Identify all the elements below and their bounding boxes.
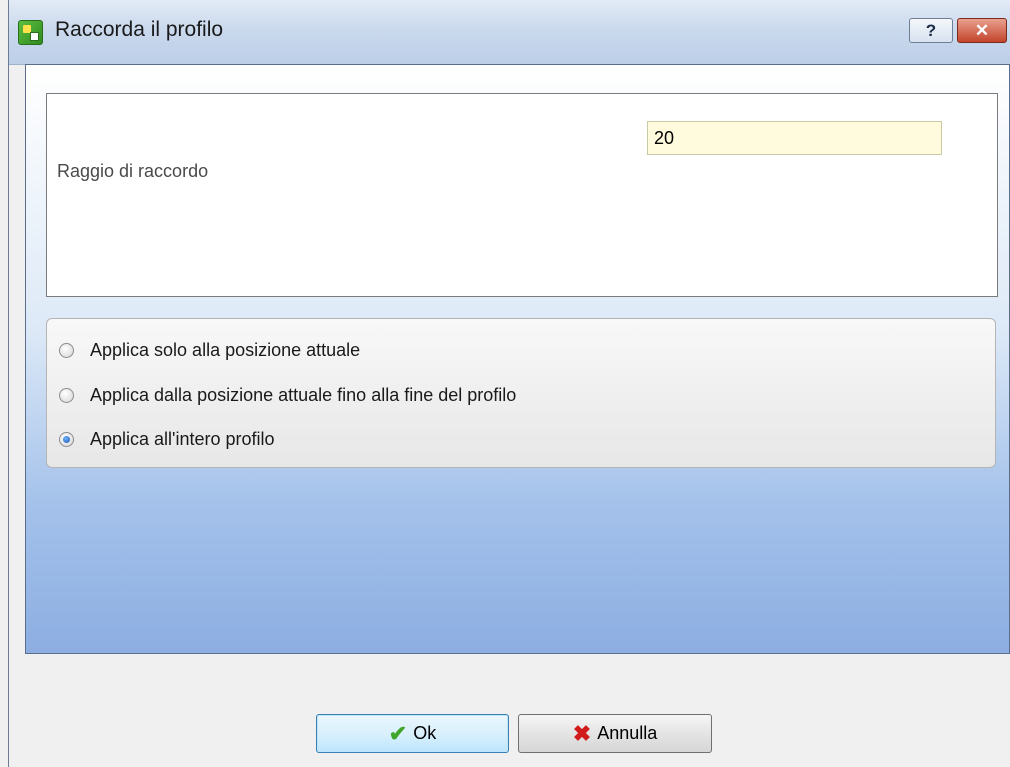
option-label: Applica all'intero profilo xyxy=(90,429,275,449)
radio-button-selected[interactable] xyxy=(59,432,74,447)
parameters-box: Raggio di raccordo xyxy=(46,93,998,297)
cancel-button[interactable]: ✖ Annulla xyxy=(518,714,712,753)
checkmark-icon: ✔ xyxy=(388,720,408,746)
radius-input[interactable] xyxy=(647,121,942,155)
help-icon: ? xyxy=(925,20,937,40)
option-current-position[interactable]: Applica solo alla posizione attuale xyxy=(59,340,360,361)
title-bar[interactable]: Raccorda il profilo ? ✕ xyxy=(9,0,1010,65)
close-icon: ✕ xyxy=(974,20,990,40)
cancel-label: Annulla xyxy=(597,723,658,743)
radius-label: Raggio di raccordo xyxy=(57,161,209,181)
app-icon xyxy=(18,20,43,45)
help-button[interactable]: ? xyxy=(909,18,953,43)
option-label: Applica solo alla posizione attuale xyxy=(90,340,361,360)
window-title: Raccorda il profilo xyxy=(55,18,224,41)
dialog-window: Raccorda il profilo ? ✕ Raggio di raccor… xyxy=(8,0,1010,767)
option-to-end-of-profile[interactable]: Applica dalla posizione attuale fino all… xyxy=(59,385,516,406)
x-icon: ✖ xyxy=(572,720,592,746)
radio-button[interactable] xyxy=(59,343,74,358)
ok-label: Ok xyxy=(413,723,437,743)
content-panel: Raggio di raccordo Applica solo alla pos… xyxy=(25,64,1010,654)
radio-button[interactable] xyxy=(59,388,74,403)
apply-options-group: Applica solo alla posizione attuale Appl… xyxy=(46,318,996,468)
close-button[interactable]: ✕ xyxy=(957,18,1007,43)
option-whole-profile[interactable]: Applica all'intero profilo xyxy=(59,429,275,450)
option-label: Applica dalla posizione attuale fino all… xyxy=(90,385,517,405)
ok-button[interactable]: ✔ Ok xyxy=(316,714,509,753)
